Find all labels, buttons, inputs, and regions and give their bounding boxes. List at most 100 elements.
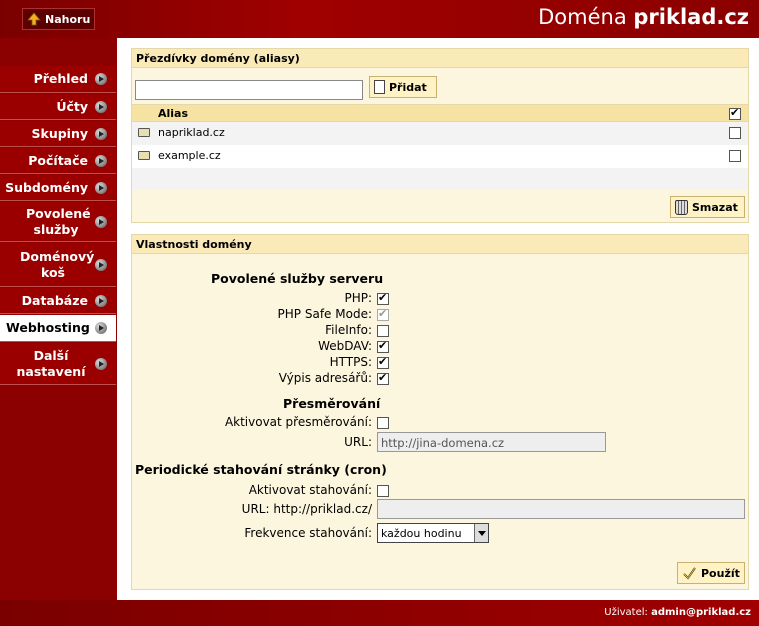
redirect-url-label: URL: <box>344 435 372 449</box>
table-row: example.cz <box>132 145 748 168</box>
properties-panel: Vlastnosti domény Povolené služby server… <box>131 234 749 590</box>
sidebar-item-label: Přehled <box>33 71 88 86</box>
cron-activate-label: Aktivovat stahování: <box>248 483 372 497</box>
cron-url-input[interactable] <box>377 499 745 519</box>
service-row-fileinfo: FileInfo: <box>132 323 748 339</box>
cron-frequency-select[interactable]: každou hodinu <box>377 523 489 543</box>
service-label: PHP Safe Mode: <box>277 307 372 321</box>
header-bar: Nahoru Doména priklad.cz <box>0 0 759 38</box>
sidebar-item-skupiny[interactable]: Skupiny <box>0 121 116 147</box>
sidebar-item-label: Účty <box>56 98 88 114</box>
sidebar-item-subdomeny[interactable]: Subdomény <box>0 175 116 201</box>
arrow-right-icon <box>95 73 107 85</box>
sidebar-item-label: Webhosting <box>6 320 90 335</box>
alias-column-header: Alias <box>158 107 189 120</box>
service-label: HTTPS: <box>329 355 372 369</box>
folder-icon <box>138 128 150 137</box>
cron-frequency-row: Frekvence stahování: každou hodinu <box>132 523 748 545</box>
delete-button[interactable]: Smazat <box>670 196 745 218</box>
user-value: admin@priklad.cz <box>651 607 751 618</box>
arrow-right-icon <box>95 294 107 307</box>
arrow-right-icon <box>95 127 107 140</box>
sidebar: Přehled Účty Skupiny Počítače Subdomény … <box>0 38 117 600</box>
sidebar-item-label: Povolené služby <box>26 205 91 237</box>
sidebar-item-dalsi-nastaveni[interactable]: Další nastavení <box>0 343 116 385</box>
add-button-label: Přidat <box>389 80 427 94</box>
cron-url-row: URL: http://priklad.cz/ <box>132 499 748 521</box>
sidebar-item-webhosting[interactable]: Webhosting <box>0 315 116 342</box>
cron-frequency-value: každou hodinu <box>381 527 462 540</box>
cron-section-title: Periodické stahování stránky (cron) <box>135 462 387 477</box>
aliases-panel: Přezdívky domény (aliasy) Přidat Alias n… <box>131 48 749 223</box>
table-empty-row <box>132 168 748 190</box>
delete-button-label: Smazat <box>692 200 738 214</box>
php-safe-mode-checkbox[interactable] <box>377 307 389 321</box>
redirect-url-row: URL: http://jina-domena.cz <box>132 432 748 454</box>
cron-activate-row: Aktivovat stahování: <box>132 483 748 499</box>
folder-icon <box>138 151 150 160</box>
checkmark-icon <box>683 566 696 580</box>
directory-listing-checkbox[interactable] <box>377 371 389 385</box>
redirect-activate-label: Aktivovat přesměrování: <box>224 415 372 429</box>
sidebar-item-domenovy-kos[interactable]: Doménový koš <box>0 243 116 287</box>
arrow-right-icon <box>95 100 107 113</box>
arrow-up-icon <box>27 12 41 26</box>
sidebar-item-povolene-sluzby[interactable]: Povolené služby <box>0 202 116 242</box>
apply-button[interactable]: Použít <box>677 562 745 584</box>
select-all-checkbox[interactable] <box>729 106 741 120</box>
sidebar-item-label: Subdomény <box>5 179 88 195</box>
arrow-right-icon <box>95 322 107 334</box>
chevron-down-icon <box>474 524 488 542</box>
sidebar-item-label: Skupiny <box>31 125 89 141</box>
alias-input[interactable] <box>135 80 363 100</box>
service-row-https: HTTPS: <box>132 355 748 371</box>
sidebar-item-pocitace[interactable]: Počítače <box>0 148 116 174</box>
php-checkbox[interactable] <box>377 291 389 305</box>
aliases-panel-title: Přezdívky domény (aliasy) <box>132 49 748 68</box>
alias-name: napriklad.cz <box>158 126 225 139</box>
document-icon <box>374 80 385 94</box>
table-row: napriklad.cz <box>132 122 748 145</box>
https-checkbox[interactable] <box>377 355 389 369</box>
sidebar-item-ucty[interactable]: Účty <box>0 94 116 120</box>
sidebar-item-label: Databáze <box>21 292 88 308</box>
service-label: PHP: <box>344 291 372 305</box>
redirect-activate-checkbox[interactable] <box>377 417 389 429</box>
current-user: Uživatel: admin@priklad.cz <box>604 607 751 618</box>
webdav-checkbox[interactable] <box>377 339 389 353</box>
page-title-prefix: Doména <box>538 5 627 29</box>
up-button-label: Nahoru <box>45 12 91 26</box>
sidebar-item-prehled[interactable]: Přehled <box>0 66 116 93</box>
arrow-right-icon <box>95 154 107 167</box>
up-button[interactable]: Nahoru <box>22 8 95 30</box>
main-content: Přezdívky domény (aliasy) Přidat Alias n… <box>117 38 759 600</box>
trash-icon <box>675 199 688 215</box>
service-label: Výpis adresářů: <box>278 371 372 385</box>
redirect-url-input[interactable]: http://jina-domena.cz <box>377 432 606 452</box>
cron-url-label: URL: http://priklad.cz/ <box>241 502 372 516</box>
arrow-right-icon <box>95 215 107 228</box>
arrow-right-icon <box>95 258 107 271</box>
page-title: Doména priklad.cz <box>538 5 749 29</box>
services-section-title: Povolené služby serveru <box>211 271 384 286</box>
sidebar-item-label: Další nastavení <box>16 347 86 379</box>
footer-bar: Uživatel: admin@priklad.cz <box>0 600 759 626</box>
fileinfo-checkbox[interactable] <box>377 325 389 337</box>
service-row-php-safe-mode: PHP Safe Mode: <box>132 307 748 323</box>
page-title-domain: priklad.cz <box>633 5 749 29</box>
row-checkbox[interactable] <box>729 150 741 162</box>
sidebar-item-databaze[interactable]: Databáze <box>0 288 116 314</box>
service-row-directory-listing: Výpis adresářů: <box>132 371 748 387</box>
arrow-right-icon <box>95 181 107 194</box>
service-label: FileInfo: <box>325 323 372 337</box>
alias-table: Alias napriklad.cz example.cz <box>132 104 748 190</box>
add-button[interactable]: Přidat <box>369 76 437 98</box>
alias-table-header: Alias <box>132 104 748 122</box>
service-row-webdav: WebDAV: <box>132 339 748 355</box>
cron-activate-checkbox[interactable] <box>377 485 389 497</box>
row-checkbox[interactable] <box>729 127 741 139</box>
user-label: Uživatel: <box>604 607 648 618</box>
arrow-right-icon <box>95 357 107 370</box>
properties-panel-title: Vlastnosti domény <box>132 235 748 254</box>
service-row-php: PHP: <box>132 291 748 307</box>
